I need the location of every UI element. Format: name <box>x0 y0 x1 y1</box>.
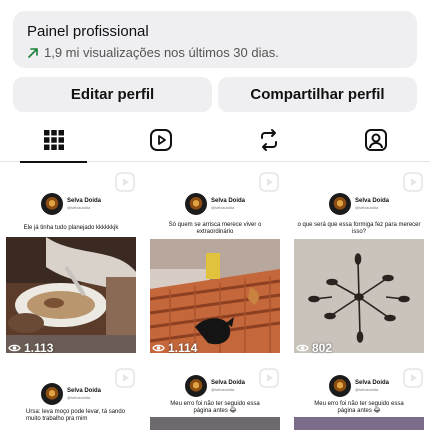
account-name: Selva Doida <box>210 198 245 204</box>
account-handle: @selvadoida <box>354 205 379 210</box>
post-view-count: 802 <box>296 341 332 355</box>
account-handle: @selvadoida <box>354 387 379 392</box>
post-thumbnail[interactable]: Selva Doida @selvadoida Só quem se arris… <box>144 165 286 359</box>
post-photo <box>6 237 136 353</box>
eye-icon <box>8 344 21 352</box>
post-header: Selva Doida @selvadoida <box>144 375 286 397</box>
reposts-icon <box>260 129 277 151</box>
post-photo <box>150 239 280 353</box>
tagged-icon <box>364 129 387 151</box>
post-caption: Ele já tinha tudo planejado kkkkkkjk <box>23 225 119 231</box>
professional-dashboard[interactable]: Painel profissional 1,9 mi visualizações… <box>13 11 417 68</box>
view-count-label: 1.113 <box>24 341 54 355</box>
reels-icon <box>149 129 172 151</box>
post-view-count: 1.114 <box>152 341 197 355</box>
share-profile-button[interactable]: Compartilhar perfil <box>218 77 417 112</box>
account-name: Selva Doida <box>354 380 389 386</box>
post-thumbnail[interactable]: Selva Doida @selvadoida Meu erro foi não… <box>288 361 430 430</box>
tab-reels[interactable] <box>107 118 214 162</box>
view-count-label: 802 <box>312 341 333 355</box>
account-avatar <box>328 375 351 397</box>
account-avatar <box>184 193 207 215</box>
tab-posts-grid[interactable] <box>0 118 107 163</box>
post-caption: o que será que essa formiga fez para mer… <box>297 222 421 235</box>
account-avatar <box>40 383 63 405</box>
post-thumbnail[interactable]: Selva Doida @selvadoida Ele já tinha tud… <box>0 165 142 359</box>
trend-up-icon <box>28 48 38 58</box>
post-thumbnail[interactable]: Selva Doida @selvadoida Meu erro foi não… <box>144 361 286 430</box>
edit-profile-button[interactable]: Editar perfil <box>13 77 212 112</box>
posts-grid: Selva Doida @selvadoida Ele já tinha tud… <box>0 165 430 430</box>
reel-icon <box>403 172 423 192</box>
account-avatar <box>184 375 207 397</box>
post-header: Selva Doida @selvadoida <box>288 193 430 215</box>
account-handle: @selvadoida <box>210 387 235 392</box>
dashboard-stat: 1,9 mi visualizações nos últimos 30 dias… <box>27 45 403 61</box>
reel-icon <box>259 172 279 192</box>
account-handle: @selvadoida <box>66 395 91 400</box>
account-name: Selva Doida <box>66 388 101 394</box>
account-name: Selva Doida <box>354 198 389 204</box>
post-thumbnail[interactable]: Selva Doida @selvadoida Ursa: leva moço … <box>0 361 142 430</box>
post-header: Selva Doida @selvadoida <box>288 375 430 397</box>
post-caption: Meu erro foi não ter seguido essa página… <box>170 401 260 414</box>
post-header: Selva Doida @selvadoida <box>144 193 286 215</box>
post-caption: Só quem se arrisca merece viver o extrao… <box>168 222 262 235</box>
eye-icon <box>152 344 165 352</box>
tab-tagged[interactable] <box>322 118 429 162</box>
account-name: Selva Doida <box>210 380 245 386</box>
grid-icon <box>43 130 64 150</box>
account-avatar <box>328 193 351 215</box>
post-photo <box>294 417 424 430</box>
post-header: Selva Doida @selvadoida <box>0 193 142 215</box>
account-handle: @selvadoida <box>66 205 91 210</box>
tab-reposts[interactable] <box>215 118 322 162</box>
post-photo <box>294 239 424 353</box>
post-thumbnail[interactable]: Selva Doida @selvadoida o que será que e… <box>288 165 430 359</box>
account-name: Selva Doida <box>66 198 101 204</box>
reel-icon <box>115 172 135 192</box>
post-header: Selva Doida @selvadoida <box>0 383 142 405</box>
post-photo <box>150 417 280 430</box>
post-view-count: 1.113 <box>8 341 53 355</box>
account-handle: @selvadoida <box>210 205 235 210</box>
view-count-label: 1.114 <box>168 341 198 355</box>
profile-tabs <box>0 118 430 163</box>
post-caption: Ursa: leva moço pode levar, tá sando mui… <box>26 409 126 422</box>
dashboard-stat-text: 1,9 mi visualizações nos últimos 30 dias… <box>44 45 279 60</box>
eye-icon <box>296 344 309 352</box>
dashboard-title: Painel profissional <box>27 23 149 40</box>
post-caption: Meu erro foi não ter seguido essa página… <box>314 401 404 414</box>
account-avatar <box>40 193 63 215</box>
